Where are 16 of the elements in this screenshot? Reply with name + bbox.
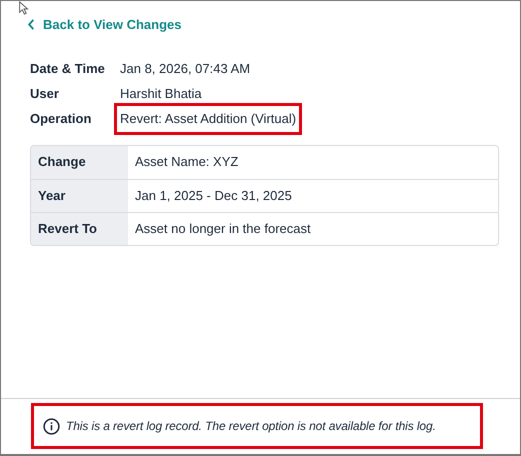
table-cell-text: Asset no longer in the forecast xyxy=(134,220,312,238)
back-link[interactable]: Back to View Changes xyxy=(27,15,182,34)
chevron-left-icon xyxy=(27,19,35,30)
table-cell-text: Asset Name: XYZ xyxy=(134,153,240,172)
table-header-cell: Revert To xyxy=(31,212,128,244)
table-cell-text: Jan 1, 2025 - Dec 31, 2025 xyxy=(134,186,293,205)
detail-value: Jan 8, 2026, 07:43 AM xyxy=(120,60,250,78)
detail-value: Revert: Asset Addition (Virtual) xyxy=(114,103,302,135)
info-message: This is a revert log record. The revert option is not available for this log. xyxy=(66,418,436,435)
detail-label: User xyxy=(30,85,60,104)
detail-label: Date & Time xyxy=(30,60,106,78)
detail-label: Operation xyxy=(30,110,92,128)
detail-value: Harshit Bhatia xyxy=(120,85,202,104)
table-header-cell: Change xyxy=(31,146,128,178)
info-icon xyxy=(43,418,60,434)
table-header-cell: Year xyxy=(31,180,128,212)
